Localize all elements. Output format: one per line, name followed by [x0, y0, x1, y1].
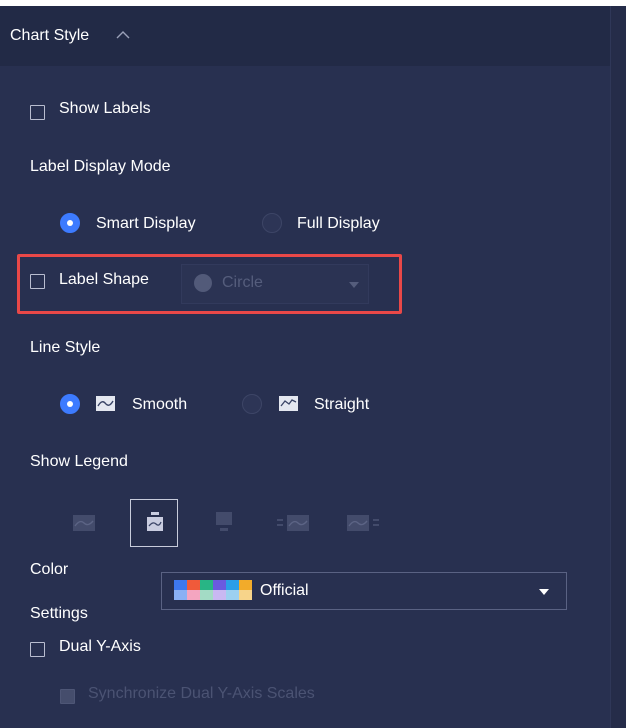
chevron-down-icon: [349, 282, 359, 288]
chevron-up-icon[interactable]: [116, 30, 130, 40]
color-palette-select[interactable]: Official: [161, 572, 567, 610]
full-display-radio[interactable]: [262, 213, 282, 233]
straight-label: Straight: [314, 396, 370, 413]
sync-scales-checkbox[interactable]: [60, 689, 75, 704]
sync-scales-label: Synchronize Dual Y-Axis Scales: [88, 685, 315, 702]
show-labels-checkbox[interactable]: [30, 105, 45, 120]
legend-left-button[interactable]: [270, 499, 318, 547]
section-title: Chart Style: [10, 27, 90, 44]
show-legend-title: Show Legend: [30, 453, 128, 470]
chevron-down-icon: [539, 589, 549, 595]
legend-bottom-button[interactable]: [200, 499, 248, 547]
scrollbar[interactable]: [610, 6, 626, 728]
label-shape-value: Circle: [222, 274, 263, 291]
smart-display-label: Smart Display: [96, 215, 196, 232]
legend-top-button[interactable]: [130, 499, 178, 547]
palette-name: Official: [260, 582, 309, 599]
legend-left-icon: [277, 515, 309, 531]
straight-line-icon: [279, 396, 298, 411]
label-display-mode-title: Label Display Mode: [30, 158, 171, 175]
label-shape-label: Label Shape: [59, 271, 149, 288]
circle-shape-icon: [194, 274, 212, 292]
legend-none-button[interactable]: [60, 499, 108, 547]
line-style-title: Line Style: [30, 339, 101, 356]
legend-right-button[interactable]: [340, 499, 388, 547]
legend-right-icon: [347, 515, 379, 531]
legend-top-icon: [147, 512, 163, 531]
dual-y-axis-label: Dual Y-Axis: [59, 638, 141, 655]
legend-bottom-icon: [216, 512, 232, 531]
color-settings-title-line1: Color: [30, 561, 69, 578]
smooth-radio[interactable]: [60, 394, 80, 414]
smooth-label: Smooth: [132, 396, 188, 413]
chart-style-header[interactable]: Chart Style: [0, 6, 625, 66]
smooth-line-icon: [96, 396, 115, 411]
color-settings-title-line2: Settings: [30, 605, 88, 622]
palette-swatch-icon: [174, 580, 252, 600]
straight-radio[interactable]: [242, 394, 262, 414]
legend-none-icon: [73, 515, 95, 531]
smart-display-radio[interactable]: [60, 213, 80, 233]
dual-y-axis-checkbox[interactable]: [30, 642, 45, 657]
full-display-label: Full Display: [297, 215, 380, 232]
show-labels-label: Show Labels: [59, 100, 151, 117]
chart-style-panel: Chart Style Show Labels Label Display Mo…: [0, 6, 626, 728]
label-shape-checkbox[interactable]: [30, 274, 45, 289]
